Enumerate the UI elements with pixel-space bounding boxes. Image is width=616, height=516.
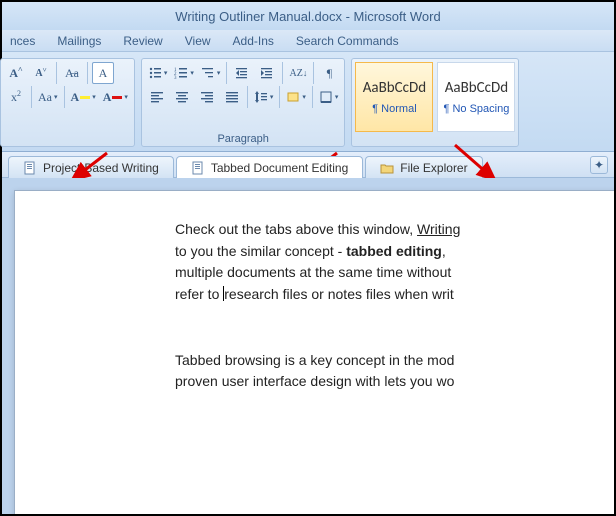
paragraph-group-label: Paragraph — [146, 131, 341, 145]
svg-text:3: 3 — [174, 76, 177, 80]
shading-button[interactable]: ▾ — [284, 86, 308, 108]
grow-font-button[interactable]: A˄ — [5, 62, 27, 84]
window-title: Writing Outliner Manual.docx - Microsoft… — [175, 9, 440, 24]
folder-icon — [380, 161, 394, 175]
ribbon-group-styles: AaBbCcDd ¶ Normal AaBbCcDd ¶ No Spacing — [351, 58, 519, 147]
body-bold: tabbed editing — [346, 243, 442, 259]
character-border-button[interactable]: A — [92, 62, 114, 84]
doc-tab-label: Tabbed Document Editing — [211, 161, 348, 175]
document-icon — [191, 161, 205, 175]
body-text: research files or notes files when writ — [224, 286, 454, 302]
bullets-button[interactable]: ▾ — [146, 62, 170, 84]
style-name: ¶ Normal — [372, 103, 416, 115]
body-link[interactable]: Writing — [417, 221, 460, 237]
body-text: Tabbed browsing is a key concept in the … — [175, 352, 454, 368]
ribbon-tab-search-commands[interactable]: Search Commands — [296, 34, 399, 48]
increase-indent-button[interactable] — [256, 62, 278, 84]
body-text: to you the similar concept - — [175, 243, 346, 259]
font-color-button[interactable]: A▾ — [101, 86, 130, 108]
align-right-button[interactable] — [196, 86, 218, 108]
document-tab-bar: Project-Based Writing Tabbed Document Ed… — [2, 152, 614, 178]
body-text: multiple documents at the same time with… — [175, 264, 451, 280]
font-group-label — [5, 131, 130, 145]
multilevel-list-button[interactable]: ▾ — [199, 62, 223, 84]
document-page[interactable]: Check out the tabs above this window, Wr… — [14, 190, 614, 514]
align-center-button[interactable] — [171, 86, 193, 108]
document-area[interactable]: Check out the tabs above this window, Wr… — [2, 178, 614, 514]
body-text: Check out the tabs above this window, — [175, 221, 417, 237]
style-sample: AaBbCcDd — [445, 79, 508, 97]
clear-formatting-button[interactable]: A̶a — [61, 62, 83, 84]
new-tab-button[interactable]: ✦ — [590, 156, 608, 174]
style-no-spacing[interactable]: AaBbCcDd ¶ No Spacing — [437, 62, 515, 132]
doc-tab-label: Project-Based Writing — [43, 161, 159, 175]
doc-tab-file-explorer[interactable]: File Explorer — [365, 156, 482, 178]
body-text: , — [442, 243, 446, 259]
ribbon-tab-addins[interactable]: Add-Ins — [233, 34, 274, 48]
doc-tab-label: File Explorer — [400, 161, 467, 175]
borders-button[interactable]: ▾ — [317, 86, 341, 108]
document-body[interactable]: Check out the tabs above this window, Wr… — [175, 219, 614, 393]
change-case-button[interactable]: Aa▾ — [36, 86, 60, 108]
ribbon: A˄ A˅ A̶a A x2 Aa▾ A▾ A▾ — [2, 52, 614, 152]
ribbon-tab-review[interactable]: Review — [123, 34, 162, 48]
justify-button[interactable] — [221, 86, 243, 108]
superscript-button[interactable]: x2 — [5, 86, 27, 108]
ribbon-group-paragraph: ▾ 123▾ ▾ AZ↓ ¶ — [141, 58, 346, 147]
body-text: proven user interface design with lets y… — [175, 373, 454, 389]
sort-button[interactable]: AZ↓ — [287, 62, 309, 84]
ribbon-tab-mailings[interactable]: Mailings — [57, 34, 101, 48]
shrink-font-button[interactable]: A˅ — [30, 62, 52, 84]
doc-tab-project-based-writing[interactable]: Project-Based Writing — [8, 156, 174, 178]
style-normal[interactable]: AaBbCcDd ¶ Normal — [355, 62, 433, 132]
highlight-button[interactable]: A▾ — [69, 86, 98, 108]
body-text: refer to — [175, 286, 223, 302]
numbering-button[interactable]: 123▾ — [172, 62, 196, 84]
style-name: ¶ No Spacing — [444, 103, 510, 115]
ribbon-tab-references[interactable]: nces — [10, 34, 35, 48]
style-sample: AaBbCcDd — [363, 79, 426, 97]
align-left-button[interactable] — [146, 86, 168, 108]
document-icon — [23, 161, 37, 175]
ribbon-tab-view[interactable]: View — [185, 34, 211, 48]
ribbon-group-font: A˄ A˅ A̶a A x2 Aa▾ A▾ A▾ — [0, 58, 135, 147]
show-paragraph-marks-button[interactable]: ¶ — [318, 62, 340, 84]
decrease-indent-button[interactable] — [231, 62, 253, 84]
line-spacing-button[interactable]: ▾ — [252, 86, 276, 108]
plus-icon: ✦ — [594, 158, 604, 172]
ribbon-tabs: nces Mailings Review View Add-Ins Search… — [2, 30, 614, 52]
doc-tab-tabbed-document-editing[interactable]: Tabbed Document Editing — [176, 156, 363, 178]
window-titlebar: Writing Outliner Manual.docx - Microsoft… — [2, 2, 614, 30]
